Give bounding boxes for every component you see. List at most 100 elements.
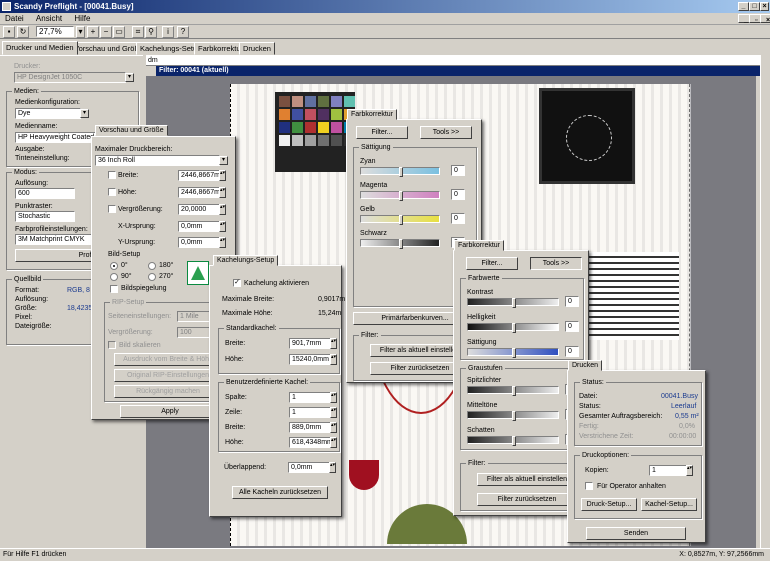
enlarge-spinner[interactable]: ▴▾ [219, 204, 226, 215]
cyan-slider-thumb[interactable] [399, 167, 403, 177]
custom-height-spinner[interactable]: ▴▾ [330, 437, 337, 448]
height-field[interactable]: 2446,8667m [178, 187, 220, 198]
std-width-spinner[interactable]: ▴▾ [330, 338, 337, 349]
shadows-slider[interactable] [467, 436, 559, 446]
image-scale-checkbox[interactable] [108, 341, 116, 349]
std-width-field[interactable]: 901,7mm [289, 338, 331, 349]
tab-tiling-float[interactable]: Kachelungs-Setup [213, 255, 279, 266]
resolution-select[interactable]: 600 [15, 188, 75, 199]
media-config-dropdown-icon[interactable]: ▾ [80, 109, 89, 118]
set-filter-button-2[interactable]: Filter als aktuell einstellen [477, 473, 577, 486]
black-slider-thumb[interactable] [399, 239, 403, 249]
reset-tiles-button[interactable]: Alle Kacheln zurücksetzen [232, 486, 328, 499]
copies-spinner[interactable]: ▴▾ [686, 465, 693, 476]
tile-setup-button[interactable]: Kachel-Setup... [641, 498, 697, 511]
send-button[interactable]: Senden [586, 527, 686, 540]
width-spinner[interactable]: ▴▾ [219, 170, 226, 181]
vertical-scrollbar[interactable] [760, 55, 770, 548]
height-spinner[interactable]: ▴▾ [219, 187, 226, 198]
custom-width-field[interactable]: 889,0mm [289, 422, 331, 433]
info-icon[interactable]: i [162, 26, 174, 38]
overlap-spinner[interactable]: ▴▾ [329, 462, 336, 473]
filter-button-2[interactable]: Filter... [466, 257, 518, 270]
y-origin-spinner[interactable]: ▴▾ [219, 237, 226, 248]
filter-button-1[interactable]: Filter... [356, 126, 408, 139]
midtones-slider[interactable] [467, 411, 559, 421]
reset-filter-button-2[interactable]: Filter zurücksetzen [477, 493, 577, 506]
max-area-select[interactable]: 36 Inch Roll [95, 155, 220, 166]
rotate-270-radio[interactable] [148, 273, 156, 281]
media-config-select[interactable]: Dye [15, 108, 81, 119]
contrast-value[interactable]: 0 [565, 296, 579, 307]
maximize-button[interactable]: □ [749, 2, 760, 11]
doc-close-button[interactable]: × [760, 14, 770, 24]
tools-button-1[interactable]: Tools >> [420, 126, 472, 139]
enlarge-field[interactable]: 20,0000 [178, 204, 220, 215]
max-area-dropdown-icon[interactable]: ▾ [219, 156, 228, 165]
shadows-slider-thumb[interactable] [512, 436, 516, 446]
copies-field[interactable]: 1 [649, 465, 687, 476]
custom-height-field[interactable]: 618,4348mm [289, 437, 331, 448]
zoom-dropdown-icon[interactable]: ▾ [76, 26, 85, 38]
custom-width-spinner[interactable]: ▴▾ [330, 422, 337, 433]
brightness-slider[interactable] [467, 323, 559, 333]
rotate-0-radio[interactable] [110, 262, 118, 270]
cyan-value[interactable]: 0 [451, 165, 465, 176]
std-height-spinner[interactable]: ▴▾ [330, 354, 337, 365]
printer-dropdown-icon[interactable]: ▾ [125, 73, 134, 82]
zoom-out-icon[interactable]: − [100, 26, 112, 38]
x-origin-field[interactable]: 0,0mm [178, 221, 220, 232]
magenta-value[interactable]: 0 [451, 189, 465, 200]
rotate-icon[interactable]: ↻ [17, 26, 29, 38]
saturation2-slider-thumb[interactable] [512, 348, 516, 358]
close-button[interactable]: × [760, 2, 769, 11]
undo-button[interactable]: Rückgängig machen [114, 385, 222, 398]
save-icon[interactable]: ▪ [3, 26, 15, 38]
tools-button-2[interactable]: Tools >> [530, 257, 582, 270]
width-field[interactable]: 2446,8667m [178, 170, 220, 181]
fit-icon[interactable]: ▭ [113, 26, 125, 38]
apply-button[interactable]: Apply [120, 405, 220, 418]
saturation2-value[interactable]: 0 [565, 346, 579, 357]
column-spinner[interactable]: ▴▾ [330, 392, 337, 403]
black-slider[interactable] [360, 239, 440, 249]
y-origin-field[interactable]: 0,0mm [178, 237, 220, 248]
enlarge-checkbox[interactable] [108, 205, 116, 213]
highlights-slider-thumb[interactable] [512, 386, 516, 396]
menu-file[interactable]: Datei [0, 13, 29, 25]
crop-icon[interactable]: ⌗ [132, 26, 144, 38]
magnifier-icon[interactable]: ⚲ [145, 26, 157, 38]
menu-help[interactable]: Hilfe [69, 13, 95, 25]
height-lock-checkbox[interactable] [108, 188, 116, 196]
help-icon[interactable]: ? [177, 26, 189, 38]
midtones-slider-thumb[interactable] [512, 411, 516, 421]
printer-select[interactable]: HP DesignJet 1050C [14, 72, 126, 83]
brightness-slider-thumb[interactable] [512, 323, 516, 333]
row-field[interactable]: 1 [289, 407, 331, 418]
mirror-checkbox[interactable] [110, 285, 118, 293]
enable-tiling-checkbox[interactable]: ✓ [233, 279, 241, 287]
contrast-slider[interactable] [467, 298, 559, 308]
saturation2-slider[interactable] [467, 348, 559, 358]
tab-print[interactable]: Drucken [239, 42, 275, 55]
operator-stop-checkbox[interactable] [585, 482, 593, 490]
overlap-field[interactable]: 0,0mm [288, 462, 330, 473]
yellow-slider-thumb[interactable] [399, 215, 403, 225]
magenta-slider-thumb[interactable] [399, 191, 403, 201]
column-field[interactable]: 1 [289, 392, 331, 403]
minimize-button[interactable]: _ [738, 2, 749, 11]
rotate-90-radio[interactable] [110, 273, 118, 281]
std-height-field[interactable]: 15240,0mm [289, 354, 331, 365]
cyan-slider[interactable] [360, 167, 440, 177]
rotate-180-radio[interactable] [148, 262, 156, 270]
tab-printer-media[interactable]: Drucker und Medien [2, 41, 78, 55]
x-origin-spinner[interactable]: ▴▾ [219, 221, 226, 232]
dither-select[interactable]: Stochastic [15, 211, 75, 222]
width-lock-checkbox[interactable] [108, 171, 116, 179]
contrast-slider-thumb[interactable] [512, 298, 516, 308]
tab-color-correction-float-2[interactable]: Farbkorrektur [454, 240, 505, 251]
tab-color-correction-float-1[interactable]: Farbkorrektur [347, 109, 398, 120]
print-setup-button[interactable]: Druck-Setup... [581, 498, 637, 511]
brightness-value[interactable]: 0 [565, 321, 579, 332]
yellow-slider[interactable] [360, 215, 440, 225]
